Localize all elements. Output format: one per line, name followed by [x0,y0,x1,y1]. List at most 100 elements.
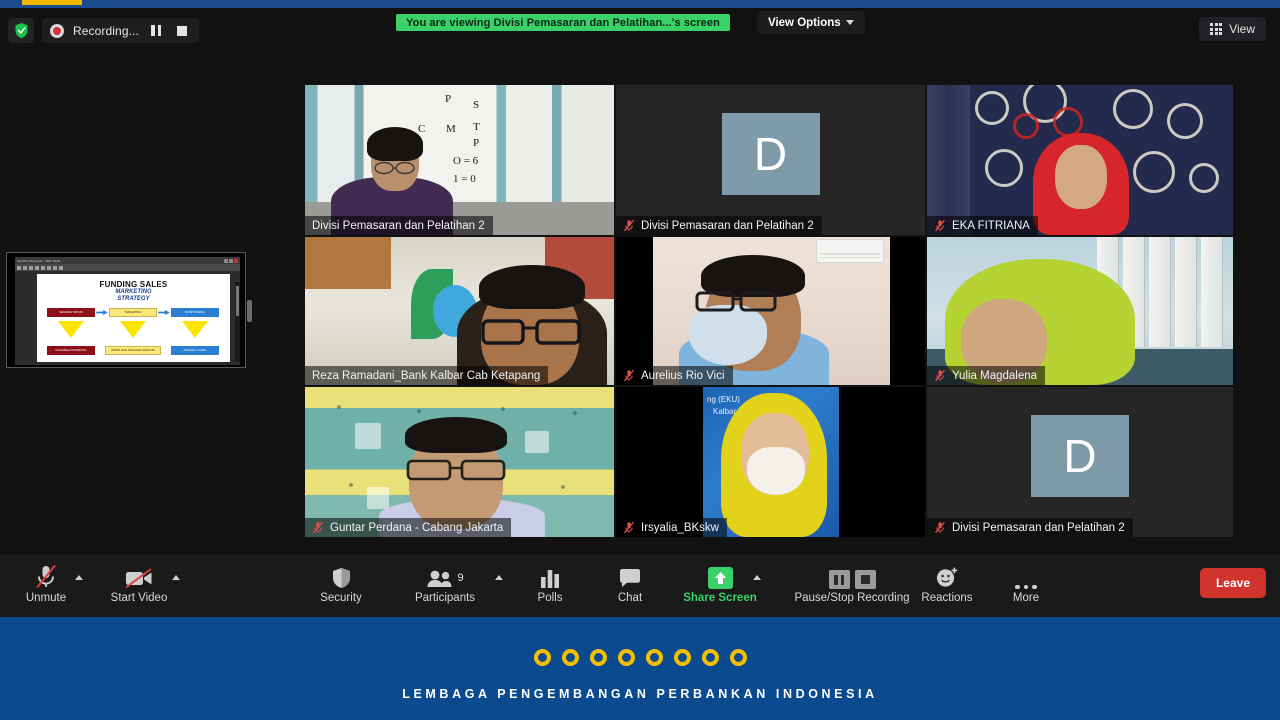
leave-button[interactable]: Leave [1199,568,1266,598]
recording-indicator[interactable]: Recording... [42,18,199,43]
grid-icon [1210,23,1223,35]
sheet-pattern [349,483,353,487]
chat-label: Chat [617,592,643,604]
shared-screen-resize-handle[interactable] [247,300,252,322]
polls-button[interactable]: Polls [504,563,596,604]
ring-icon [589,649,607,666]
participant-grid: P S C M T P O = 6 1 = 0 Divisi Pemasaran… [305,85,1233,538]
video-stream [927,85,1233,235]
sheet-pattern [417,409,421,413]
flow-result-1: NASABAH PRIORITAS [47,345,95,355]
microphone-off-icon [34,563,58,589]
share-options-caret-icon[interactable] [753,575,761,580]
unmute-button[interactable]: Unmute [0,563,92,604]
view-options-button[interactable]: View Options [757,11,865,34]
flow-box-segmentation: SEGMENTATION [47,307,95,317]
encryption-shield-button[interactable] [8,18,34,43]
ring-icon [561,649,579,666]
eyeglasses-icon [374,161,415,175]
recording-label: Recording... [73,23,139,38]
batik-pattern [1013,113,1039,139]
window-controls [224,258,238,263]
shared-screen-thumbnail[interactable]: Sandbox Presenter - Slide Mode FUNDING S… [6,252,246,368]
sheet-pattern [525,431,549,453]
view-layout-button[interactable]: View [1199,17,1266,41]
participant-name-bar: Divisi Pemasaran dan Pelatihan 2 [927,518,1133,537]
person-hair [479,265,585,309]
ring-icon [701,649,719,666]
flow-arrow-1 [96,309,108,315]
participant-name: Irsyalia_BKskw [641,521,719,534]
pause-stop-recording-button[interactable]: Pause/Stop Recording [792,563,912,604]
participant-tile[interactable]: ng (EKU) Kalbar Irsyalia_BKskw [616,387,925,537]
participant-name-bar: Aurelius Rio Vici [616,366,733,385]
smiley-plus-icon [935,563,959,589]
scene-curtain [927,85,970,235]
stop-recording-button[interactable] [174,22,191,39]
participants-label: Participants [414,592,476,604]
participant-tile[interactable]: Guntar Perdana - Cabang Jakarta [305,387,614,537]
batik-pattern [1133,151,1175,193]
whiteboard-mark: 1 = 0 [453,173,476,185]
view-options-label: View Options [768,16,841,29]
participant-name: Reza Ramadani_Bank Kalbar Cab Ketapang [312,369,541,382]
batik-pattern [975,91,1009,125]
participant-tile[interactable]: Aurelius Rio Vici [616,237,925,385]
participant-tile[interactable]: D Divisi Pemasaran dan Pelatihan 2 [616,85,925,235]
security-label: Security [320,592,362,604]
participant-tile[interactable]: Reza Ramadani_Bank Kalbar Cab Ketapang [305,237,614,385]
batik-pattern [1189,163,1219,193]
meeting-toolbar: Unmute Start Video Security 9 Participan… [0,555,1280,617]
share-arrow-up-icon [707,563,733,589]
whiteboard-mark: C [418,123,426,135]
more-label: More [1012,592,1040,604]
pause-icon[interactable] [828,570,850,589]
flow-box-targeting: TARGETING [109,307,157,317]
participant-name-bar: Irsyalia_BKskw [616,518,727,537]
face-mask [689,305,767,365]
screen-share-banner: You are viewing Divisi Pemasaran dan Pel… [396,14,730,31]
slide-subtitle-1: MARKETING [115,289,152,295]
chat-button[interactable]: Chat [584,563,676,604]
batik-pattern [1113,89,1153,129]
meeting-top-strip: Recording... You are viewing Divisi Pema… [0,8,1280,43]
air-conditioner [816,239,884,263]
microphone-off-icon [624,219,634,232]
flow-triangle-1 [58,320,84,338]
ring-decoration [0,649,1280,666]
ring-icon [729,649,747,666]
zoom-meeting-window: Recording... You are viewing Divisi Pema… [0,0,1280,720]
person-head [1055,145,1107,209]
pause-recording-button[interactable] [148,22,165,39]
record-dot-icon [50,23,64,38]
avatar-letter: D [753,128,788,180]
flow-arrow-2 [158,309,170,315]
eyeglasses-icon [481,319,581,345]
participant-tile[interactable]: P S C M T P O = 6 1 = 0 Divisi Pemasaran… [305,85,614,235]
start-video-button[interactable]: Start Video [93,563,185,604]
participant-name-bar: EKA FITRIANA [927,216,1038,235]
participant-tile[interactable]: Yulia Magdalena [927,237,1233,385]
video-off-icon [124,563,154,589]
shared-window-scrollbar[interactable] [235,282,240,362]
participants-button[interactable]: 9 Participants [399,563,491,604]
leave-label: Leave [1215,576,1250,590]
participant-name-bar: Guntar Perdana - Cabang Jakarta [305,518,512,537]
whiteboard-mark: M [446,123,456,135]
microphone-off-icon [624,521,634,534]
pause-icon [151,25,162,36]
more-button[interactable]: More [980,563,1072,604]
sheet-pattern [337,405,341,409]
participant-tile[interactable]: EKA FITRIANA [927,85,1233,235]
audio-options-caret-icon[interactable] [75,575,83,580]
security-button[interactable]: Security [295,563,387,604]
participant-tile[interactable]: D Divisi Pemasaran dan Pelatihan 2 [927,387,1233,537]
video-options-caret-icon[interactable] [172,575,180,580]
eyeglasses-icon [406,459,506,481]
stop-icon[interactable] [854,570,876,589]
participant-name-bar: Yulia Magdalena [927,366,1046,385]
participants-options-caret-icon[interactable] [495,575,503,580]
whiteboard-mark: S [473,99,480,111]
participant-name: Divisi Pemasaran dan Pelatihan 2 [641,219,814,232]
share-screen-button[interactable]: Share Screen [674,563,766,604]
